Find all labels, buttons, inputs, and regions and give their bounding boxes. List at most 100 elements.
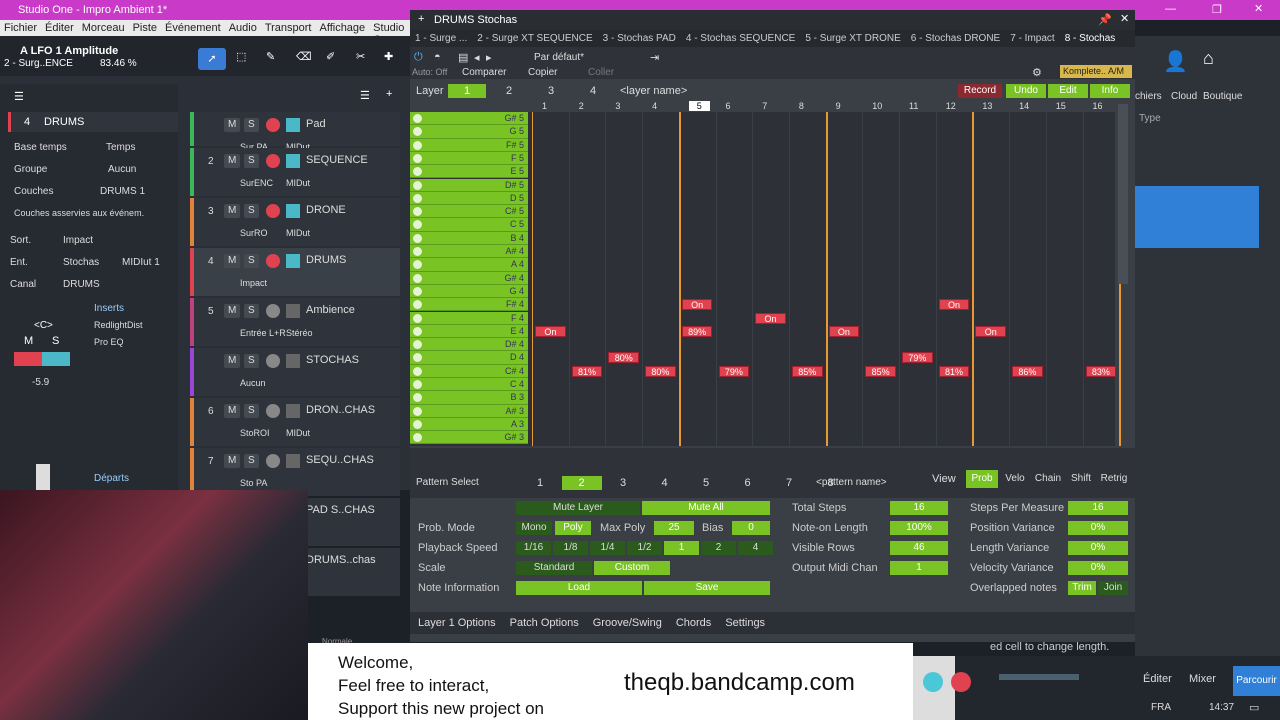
plugin-close-icon[interactable]: ✕	[1120, 12, 1129, 25]
track-solo-button[interactable]: S	[244, 254, 259, 268]
speed-button[interactable]: 1/4	[590, 541, 625, 555]
row-play-icon[interactable]	[413, 114, 422, 123]
bottom-tab[interactable]: Settings	[725, 617, 765, 629]
track-record-button[interactable]	[266, 154, 280, 168]
join-button[interactable]: Join	[1098, 581, 1128, 595]
track-row[interactable]: 7 M S SEQU..CHAS Sto PA	[190, 448, 400, 496]
bottom-tab[interactable]: Chords	[676, 617, 711, 629]
layer-name-field[interactable]: <layer name>	[620, 85, 687, 97]
row-label[interactable]: G# 3	[410, 431, 528, 445]
note-cell[interactable]: 80%	[645, 365, 676, 377]
prev-preset-icon[interactable]: ◂	[474, 51, 480, 64]
base-temps-select[interactable]: Temps	[106, 142, 135, 153]
speed-button[interactable]: 4	[738, 541, 773, 555]
row-label[interactable]: F 5	[410, 151, 528, 166]
track-input[interactable]: Impact	[240, 278, 267, 288]
view-velo-button[interactable]: Velo	[999, 470, 1031, 488]
list-icon[interactable]: ☰	[14, 90, 24, 103]
row-play-icon[interactable]	[413, 326, 422, 336]
speed-button[interactable]: 1	[664, 541, 699, 555]
speed-button[interactable]: 1/16	[516, 541, 551, 555]
progress-slider[interactable]	[999, 674, 1079, 680]
power-icon[interactable]: ⏻	[414, 51, 423, 64]
trim-button[interactable]: Trim	[1068, 581, 1096, 595]
note-cell[interactable]: 79%	[718, 365, 750, 377]
browser-selection[interactable]	[1135, 186, 1259, 248]
track-name[interactable]: PAD S..CHAS	[306, 504, 375, 516]
bandcamp-link[interactable]: theqb.bandcamp.com	[624, 669, 855, 697]
track-name[interactable]: SEQUENCE	[306, 154, 368, 166]
track-solo-button[interactable]: S	[244, 354, 259, 368]
track-record-button[interactable]	[266, 118, 280, 132]
track-monitor-button[interactable]	[286, 304, 300, 318]
browser-tab-files[interactable]: chiers	[1135, 91, 1162, 102]
eraser-tool-icon[interactable]: ⌫	[296, 50, 312, 63]
note-cell[interactable]: On	[535, 325, 566, 337]
track-mute-button[interactable]: M	[224, 118, 241, 132]
note-cell[interactable]: 83%	[1085, 365, 1117, 377]
insert-redlightdist[interactable]: RedlightDist	[94, 320, 143, 330]
minimize-icon[interactable]: —	[1165, 3, 1176, 15]
browser-tab-cloud[interactable]: Cloud	[1171, 91, 1197, 102]
track-name[interactable]: STOCHAS	[306, 354, 359, 366]
position-variance-value[interactable]: 0%	[1068, 521, 1128, 535]
note-cell[interactable]: 81%	[571, 365, 603, 377]
row-play-icon[interactable]	[413, 193, 422, 203]
layer-tab-4[interactable]: 4	[574, 84, 612, 98]
mute-tool-icon[interactable]: ✂	[356, 50, 365, 63]
browse-tab[interactable]: Parcourir	[1233, 666, 1280, 696]
note-cell[interactable]: 86%	[1012, 365, 1043, 377]
row-play-icon[interactable]	[413, 233, 422, 243]
language-indicator[interactable]: FRA	[1151, 702, 1171, 713]
track-name[interactable]: DRUMS	[306, 254, 346, 266]
row-play-icon[interactable]	[413, 247, 422, 256]
sends-header[interactable]: Départs	[94, 473, 129, 484]
groupe-select[interactable]: Aucun	[108, 164, 136, 175]
browser-tab-shop[interactable]: Boutique	[1203, 91, 1242, 102]
track-solo-button[interactable]: S	[244, 304, 259, 318]
edit-tab[interactable]: Éditer	[1143, 673, 1172, 685]
note-cell[interactable]: 80%	[608, 352, 640, 364]
layer-tab-2[interactable]: 2	[490, 84, 528, 98]
row-label[interactable]: D 4	[410, 351, 528, 365]
user-icon[interactable]: 👤	[1163, 49, 1188, 74]
ent-channel-select[interactable]: MIDIut 1	[122, 257, 160, 268]
ent-select[interactable]: Stochas	[63, 257, 99, 268]
monitor-button[interactable]	[42, 352, 70, 366]
track-mute-button[interactable]: M	[224, 204, 241, 218]
menu-item[interactable]: Fichier	[0, 20, 41, 36]
track-row[interactable]: 4 M S DRUMS Impact	[190, 248, 400, 296]
track-solo-button[interactable]: S	[244, 154, 259, 168]
track-name[interactable]: Pad	[306, 118, 326, 130]
paint-tool-icon[interactable]: ✐	[326, 50, 335, 63]
arrow-tool-icon[interactable]: ➚	[198, 48, 226, 70]
record-button[interactable]: Record	[958, 84, 1002, 98]
sequencer-grid[interactable]: G# 5G 5 F# 5F 5E 5 D# 5D 5 C# 5C 5B 4 A# 4A …	[410, 112, 1122, 446]
track-solo-button[interactable]: S	[244, 204, 259, 218]
track-monitor-button[interactable]	[286, 254, 300, 268]
plugin-tab[interactable]: 6 - Stochas DRONE	[906, 30, 1005, 47]
instrument-select[interactable]: Komplete.. A/M	[1060, 65, 1132, 78]
track-record-button[interactable]	[266, 254, 280, 268]
close-icon[interactable]: ✕	[1254, 2, 1263, 15]
length-variance-value[interactable]: 0%	[1068, 541, 1128, 555]
row-play-icon[interactable]	[413, 313, 422, 323]
track-mute-button[interactable]: M	[224, 304, 241, 318]
pattern-button-3[interactable]: 3	[603, 476, 643, 490]
speed-button[interactable]: 2	[701, 541, 736, 555]
plugin-tab[interactable]: 2 - Surge XT SEQUENCE	[472, 30, 597, 47]
split-tool-icon[interactable]: ✚	[384, 50, 393, 63]
insert-pro-eq[interactable]: Pro EQ	[94, 337, 124, 347]
pattern-button-1[interactable]: 1	[520, 476, 560, 490]
track-record-button[interactable]	[266, 304, 280, 318]
track-output[interactable]: Stéréo	[286, 328, 313, 338]
track-input[interactable]: SurRO	[240, 228, 268, 238]
auto-off-button[interactable]: Auto: Off	[412, 67, 447, 77]
track-monitor-button[interactable]	[286, 404, 300, 418]
track-output[interactable]: MIDut	[286, 428, 310, 438]
track-input[interactable]: Aucun	[240, 378, 266, 388]
menu-item[interactable]: Événement	[161, 20, 225, 36]
velocity-variance-value[interactable]: 0%	[1068, 561, 1128, 575]
note-cell[interactable]: On	[828, 325, 860, 337]
load-button[interactable]: Load	[516, 581, 642, 595]
